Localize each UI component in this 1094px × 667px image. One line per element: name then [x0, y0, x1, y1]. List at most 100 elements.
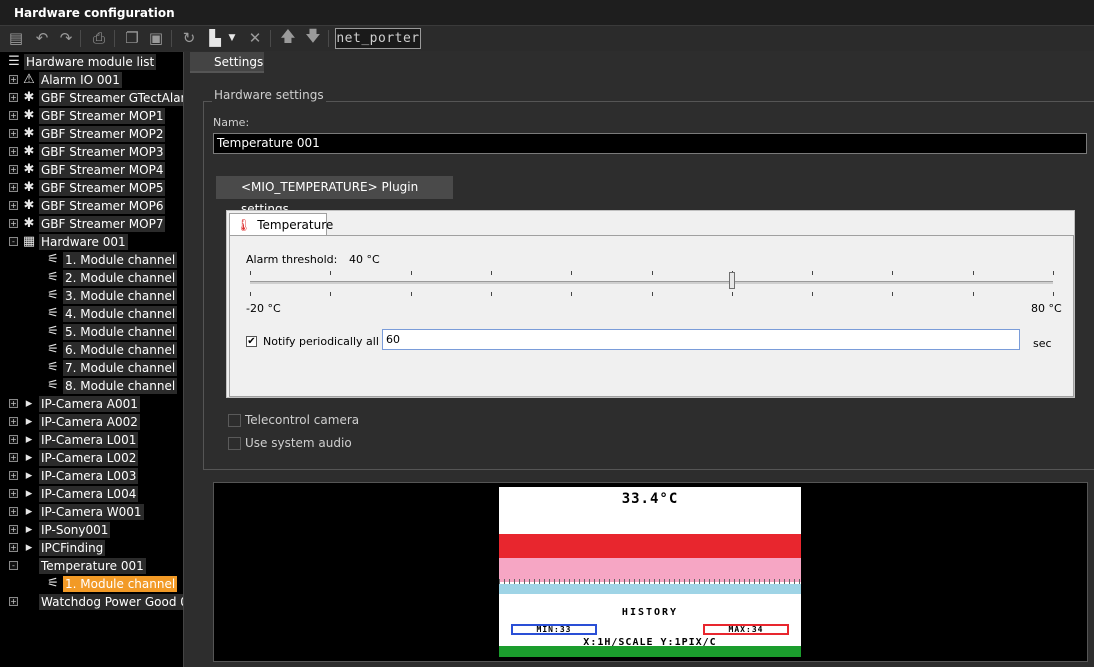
tree-item[interactable]: + ✱ GBF Streamer MOP1 — [9, 107, 166, 124]
expand-icon[interactable]: + — [9, 201, 18, 210]
expand-icon[interactable]: + — [9, 93, 18, 102]
tree-item[interactable]: + ▸ IP-Camera L004 — [9, 485, 139, 502]
alarm-threshold-value: 40 °C — [349, 253, 380, 266]
notify-interval-input[interactable]: 60 — [382, 329, 1020, 350]
slider-tick — [732, 292, 733, 296]
tree-item[interactable]: ⚟ 6. Module channel — [33, 341, 178, 358]
expand-icon[interactable]: + — [9, 489, 18, 498]
tree-item[interactable]: + ✱ GBF Streamer MOP5 — [9, 179, 166, 196]
paste-icon[interactable]: ▣ — [146, 28, 166, 48]
use-audio-label: Use system audio — [245, 436, 352, 450]
expand-icon[interactable]: + — [9, 435, 18, 444]
expand-icon[interactable]: + — [9, 471, 18, 480]
slider-tick — [491, 292, 492, 296]
move-up-icon[interactable]: 🡅 — [278, 27, 298, 48]
slider-tick — [652, 271, 653, 275]
use-audio-checkbox[interactable] — [228, 437, 241, 450]
tree-item[interactable]: ⚟ 1. Module channel — [33, 575, 178, 592]
preview-box: 33.4°C HISTORY MIN:33 MAX:34 X:1H/SCALE … — [213, 482, 1088, 662]
delete-icon[interactable]: ✕ — [245, 28, 265, 48]
tree-item[interactable]: - ▦ Hardware 001 — [9, 233, 128, 250]
expand-icon[interactable]: + — [9, 165, 18, 174]
new-file-icon[interactable]: ▤ — [6, 28, 26, 48]
collapse-icon[interactable]: - — [9, 561, 18, 570]
slider-min-label: -20 °C — [246, 302, 281, 315]
tree-item[interactable]: + ⚠ Alarm IO 001 — [9, 71, 122, 88]
expand-icon[interactable]: + — [9, 453, 18, 462]
print-icon[interactable]: ⎙ — [89, 28, 109, 48]
tree-item[interactable]: ⚟ 1. Module channel — [33, 251, 178, 268]
hardware-tree[interactable]: ☰ Hardware module list + ⚠ Alarm IO 001 + ✱ G… — [0, 52, 184, 667]
tree-item[interactable]: + ✱ GBF Streamer MOP7 — [9, 215, 166, 232]
tree-item[interactable]: + Watchdog Power Good 00 — [9, 593, 183, 610]
tree-item[interactable]: ⚟ 3. Module channel — [33, 287, 178, 304]
move-down-icon[interactable]: 🡇 — [303, 27, 323, 48]
expand-icon[interactable]: + — [9, 129, 18, 138]
slider-max-label: 80 °C — [1031, 302, 1062, 315]
tree-item[interactable]: + ▸ IP-Camera W001 — [9, 503, 144, 520]
tree-item[interactable]: + ✱ GBF Streamer MOP3 — [9, 143, 166, 160]
expand-icon[interactable]: + — [9, 507, 18, 516]
name-field[interactable]: Temperature 001 — [213, 133, 1087, 154]
tree-item[interactable]: + ✱ GBF Streamer MOP4 — [9, 161, 166, 178]
plugin-settings-button[interactable]: <MIO_TEMPERATURE> Plugin settings — [216, 176, 453, 216]
expand-icon[interactable]: + — [9, 75, 18, 84]
puzzle-icon: ✱ — [23, 162, 35, 177]
tree-item[interactable]: ⚟ 2. Module channel — [33, 269, 178, 286]
tree-item[interactable]: ⚟ 5. Module channel — [33, 323, 178, 340]
expand-icon[interactable]: + — [9, 597, 18, 606]
tree-item[interactable]: - Temperature 001 — [9, 557, 146, 574]
chevron-down-icon[interactable]: ▼ — [226, 28, 238, 48]
expand-icon[interactable]: + — [9, 219, 18, 228]
tab-temperature[interactable]: 🌡 Temperature — [229, 213, 333, 235]
redo-icon[interactable]: ↷ — [56, 28, 76, 48]
tree-item[interactable]: + ✱ GBF Streamer MOP6 — [9, 197, 166, 214]
undo-icon[interactable]: ↶ — [32, 28, 52, 48]
telecontrol-label: Telecontrol camera — [245, 413, 360, 427]
tree-item-label: 8. Module channel — [63, 377, 178, 394]
tree-item[interactable]: + ✱ GBF Streamer MOP2 — [9, 125, 166, 142]
collapse-icon[interactable]: - — [9, 237, 18, 246]
tree-item-label: IPCFinding — [39, 539, 106, 556]
add-icon[interactable]: ▙ — [205, 28, 225, 48]
camera-icon: ▸ — [25, 468, 33, 483]
camera-icon: ▸ — [25, 540, 33, 555]
expand-icon[interactable]: + — [9, 525, 18, 534]
expand-icon[interactable]: + — [9, 543, 18, 552]
tree-item[interactable]: + ▸ IP-Camera A002 — [9, 413, 140, 430]
tree-item[interactable]: + ▸ IP-Camera L002 — [9, 449, 139, 466]
alarm-threshold-label: Alarm threshold: — [246, 253, 338, 266]
copy-icon[interactable]: ❐ — [122, 28, 142, 48]
channel-icon: ⚟ — [47, 378, 59, 393]
tab-settings[interactable]: Settings — [190, 52, 264, 73]
telecontrol-checkbox[interactable] — [228, 414, 241, 427]
expand-icon[interactable]: + — [9, 417, 18, 426]
channel-icon: ⚟ — [47, 360, 59, 375]
tree-item-label: IP-Camera L002 — [39, 449, 139, 466]
expand-icon[interactable]: + — [9, 147, 18, 156]
tree-item[interactable]: + ▸ IP-Camera A001 — [9, 395, 140, 412]
refresh-icon[interactable]: ↻ — [179, 28, 199, 48]
slider-thumb[interactable] — [728, 272, 735, 289]
tree-item[interactable]: + ✱ GBF Streamer GTectAlarm — [9, 89, 183, 106]
tree-item[interactable]: + ▸ IP-Camera L003 — [9, 467, 139, 484]
expand-icon[interactable]: + — [9, 399, 18, 408]
tree-item-label: Watchdog Power Good 00 — [39, 593, 183, 610]
tree-root[interactable]: ☰ Hardware module list — [6, 53, 157, 70]
temperature-display: 33.4°C HISTORY MIN:33 MAX:34 X:1H/SCALE … — [499, 487, 801, 657]
tree-item-label: 1. Module channel — [63, 251, 178, 268]
slider-track[interactable] — [250, 281, 1053, 284]
tree-item[interactable]: ⚟ 7. Module channel — [33, 359, 178, 376]
toolbar-separator — [114, 30, 115, 47]
tree-item[interactable]: + ▸ IP-Sony001 — [9, 521, 111, 538]
expand-icon[interactable]: + — [9, 183, 18, 192]
tree-item[interactable]: + ▸ IP-Camera L001 — [9, 431, 139, 448]
tree-item[interactable]: ⚟ 8. Module channel — [33, 377, 178, 394]
channel-icon: ⚟ — [47, 288, 59, 303]
temperature-tab-body: Alarm threshold: 40 °C -20 °C 80 °C ✔ No… — [229, 235, 1074, 397]
camera-icon: ▸ — [25, 486, 33, 501]
notify-checkbox[interactable]: ✔ — [246, 336, 257, 347]
tree-item[interactable]: ⚟ 4. Module channel — [33, 305, 178, 322]
tree-item[interactable]: + ▸ IPCFinding — [9, 539, 106, 556]
expand-icon[interactable]: + — [9, 111, 18, 120]
